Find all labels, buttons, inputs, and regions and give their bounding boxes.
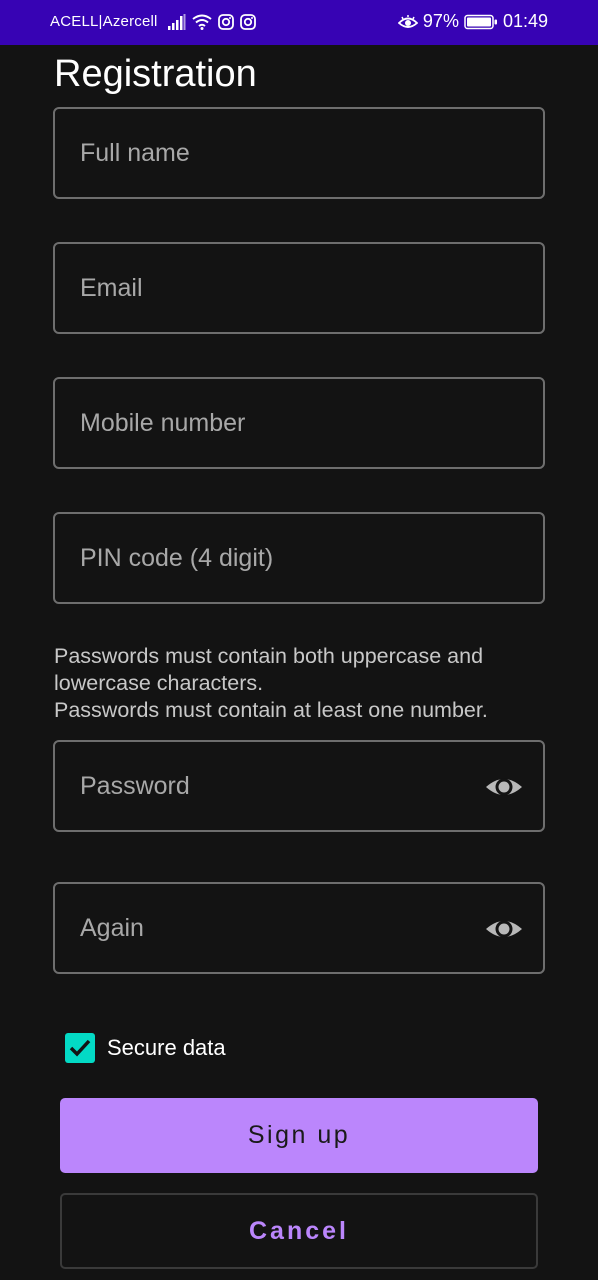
hint-line: Passwords must contain at least one numb… [54,698,488,722]
password-again-input[interactable] [55,884,543,972]
clock: 01:49 [502,11,548,31]
password-input[interactable] [55,742,543,830]
check-icon [69,1039,91,1057]
status-bar-right: 97% 01:49 [397,11,548,32]
mobile-number-field[interactable] [53,377,545,469]
password-again-field[interactable] [53,882,545,974]
pin-code-field[interactable] [53,512,545,604]
hint-line: Passwords must contain both uppercase an… [54,644,484,668]
battery-percent: 97% [422,11,459,31]
hint-line: lowercase characters. [54,671,264,695]
email-input[interactable] [55,244,543,332]
secure-data-label: Secure data [107,1035,226,1060]
pin-code-input[interactable] [55,514,543,602]
visibility-eye-icon[interactable] [485,912,523,946]
visibility-eye-icon[interactable] [485,770,523,804]
wifi-icon [191,14,212,30]
instagram-icon [217,13,234,30]
status-bar: ACELL|Azercell 97% 01:49 [0,0,598,45]
battery-icon [464,14,497,29]
mobile-number-input[interactable] [55,379,543,467]
eye-comfort-icon [397,14,418,28]
password-field[interactable] [53,740,545,832]
full-name-field[interactable] [53,107,545,199]
registration-screen: Registration Passwords must contain both… [0,45,598,1280]
email-field[interactable] [53,242,545,334]
signal-icon [167,13,186,30]
secure-data-checkbox[interactable] [65,1033,95,1063]
cancel-button[interactable]: Cancel [60,1193,538,1269]
password-requirements: Passwords must contain both uppercase an… [54,643,554,724]
full-name-input[interactable] [55,109,543,197]
sign-up-button[interactable]: Sign up [60,1098,538,1173]
instagram-icon [239,13,256,30]
page-title: Registration [54,53,257,95]
carrier-name: ACELL|Azercell [50,13,158,30]
status-bar-left: ACELL|Azercell [50,13,256,30]
secure-data-row[interactable]: Secure data [65,1033,226,1063]
